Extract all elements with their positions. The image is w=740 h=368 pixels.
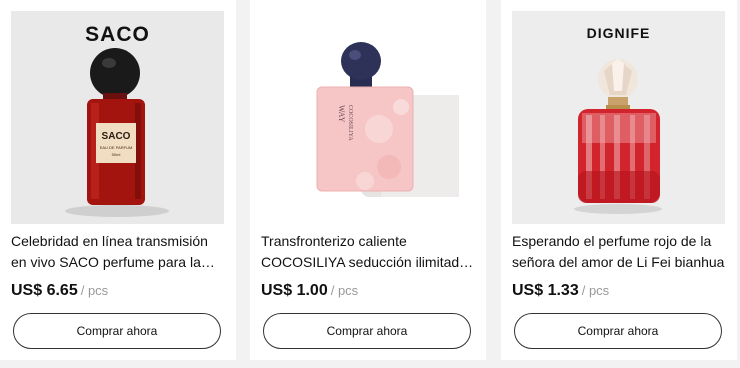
price-row: US$ 1.33/ pcs <box>512 282 609 302</box>
product-card[interactable]: DIGNIFE Esperando el perfume rojo de la … <box>501 0 737 360</box>
buy-now-button[interactable]: Comprar ahora <box>514 313 722 349</box>
perfume-bottle-icon: WAY COCOSILIYA <box>316 42 459 197</box>
buy-now-button[interactable]: Comprar ahora <box>13 313 221 349</box>
price-unit: / pcs <box>330 283 359 298</box>
buy-now-button[interactable]: Comprar ahora <box>263 313 471 349</box>
product-card[interactable]: WAY COCOSILIYA Transfronterizo caliente … <box>250 0 486 360</box>
product-image[interactable]: SACO SACO EAU DE PARFUM 50ml <box>11 11 224 224</box>
product-title[interactable]: Esperando el perfume rojo de la señora d… <box>512 231 727 273</box>
price-row: US$ 6.65/ pcs <box>11 282 108 302</box>
product-price: US$ 1.33 <box>512 282 579 299</box>
product-image[interactable]: DIGNIFE <box>512 11 725 224</box>
price-row: US$ 1.00/ pcs <box>261 282 358 302</box>
perfume-bottle-icon: SACO EAU DE PARFUM 50ml <box>65 48 169 217</box>
price-unit: / pcs <box>80 283 109 298</box>
product-title[interactable]: Celebridad en línea transmisión en vivo … <box>11 231 226 273</box>
product-grid: SACO SACO EAU DE PARFUM 50ml Celebridad … <box>0 0 740 368</box>
label-sub: EAU DE PARFUM <box>100 145 133 150</box>
label-size: 50ml <box>112 152 121 157</box>
label-script: WAY <box>337 105 346 123</box>
perfume-bottle-icon <box>574 59 662 214</box>
label-brand: COCOSILIYA <box>347 105 353 141</box>
price-unit: / pcs <box>581 283 610 298</box>
product-title[interactable]: Transfronterizo caliente COCOSILIYA sedu… <box>261 231 476 273</box>
product-card[interactable]: SACO SACO EAU DE PARFUM 50ml Celebridad … <box>0 0 236 360</box>
product-price: US$ 1.00 <box>261 282 328 299</box>
product-price: US$ 6.65 <box>11 282 78 299</box>
label-brand: SACO <box>102 131 131 142</box>
product-image[interactable]: WAY COCOSILIYA <box>261 11 474 224</box>
